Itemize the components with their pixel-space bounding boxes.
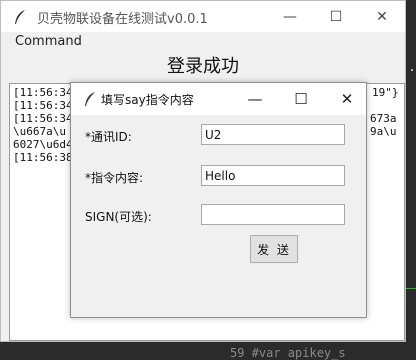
log-line: [11:56:34 bbox=[13, 99, 73, 112]
log-line-tail: 19"} bbox=[372, 86, 399, 99]
command-content-input[interactable] bbox=[201, 165, 345, 186]
log-line-tail: 673a bbox=[370, 112, 397, 125]
log-line: [11:56:34 bbox=[13, 86, 73, 99]
minimize-button[interactable]: — bbox=[267, 1, 313, 32]
log-line: [11:56:34 bbox=[13, 112, 73, 125]
log-line: [11:56:38 bbox=[13, 151, 73, 164]
comm-id-label: *通讯ID: bbox=[85, 130, 132, 144]
command-content-label: *指令内容: bbox=[85, 171, 144, 185]
dialog-title: 填写say指令内容 bbox=[101, 93, 194, 107]
sign-input[interactable] bbox=[201, 204, 345, 225]
login-status-label: 登录成功 bbox=[167, 56, 239, 77]
send-button[interactable]: 发 送 bbox=[250, 235, 298, 263]
bg-editor-bottom-line: 59 #var apikey_s bbox=[230, 346, 346, 360]
sign-label: SIGN(可选): bbox=[85, 210, 152, 224]
menubar: Command bbox=[1, 32, 405, 52]
dialog-titlebar[interactable]: 填写say指令内容 — ☐ ✕ bbox=[71, 83, 366, 115]
comm-id-input[interactable] bbox=[201, 124, 345, 145]
feather-icon bbox=[85, 92, 95, 106]
log-line: 6027\u6d4 bbox=[13, 138, 73, 151]
say-command-dialog: 填写say指令内容 — ☐ ✕ *通讯ID: *指令内容: SIGN(可选): … bbox=[70, 82, 367, 318]
maximize-button[interactable]: ☐ bbox=[313, 1, 359, 32]
main-titlebar[interactable]: 贝壳物联设备在线测试v0.0.1 — ☐ ✕ bbox=[1, 1, 405, 32]
dialog-minimize-button[interactable]: — bbox=[232, 83, 278, 115]
dialog-close-button[interactable]: ✕ bbox=[324, 83, 370, 115]
feather-icon bbox=[15, 10, 25, 24]
main-window-title: 贝壳物联设备在线测试v0.0.1 bbox=[37, 12, 208, 27]
bg-editor-glyph: . bbox=[408, 60, 416, 75]
dialog-maximize-button[interactable]: ☐ bbox=[278, 83, 324, 115]
menu-command[interactable]: Command bbox=[15, 34, 82, 49]
log-line: \u667a\u bbox=[13, 125, 66, 138]
log-line-tail: 9a\u bbox=[370, 125, 397, 138]
close-button[interactable]: ✕ bbox=[359, 1, 405, 32]
